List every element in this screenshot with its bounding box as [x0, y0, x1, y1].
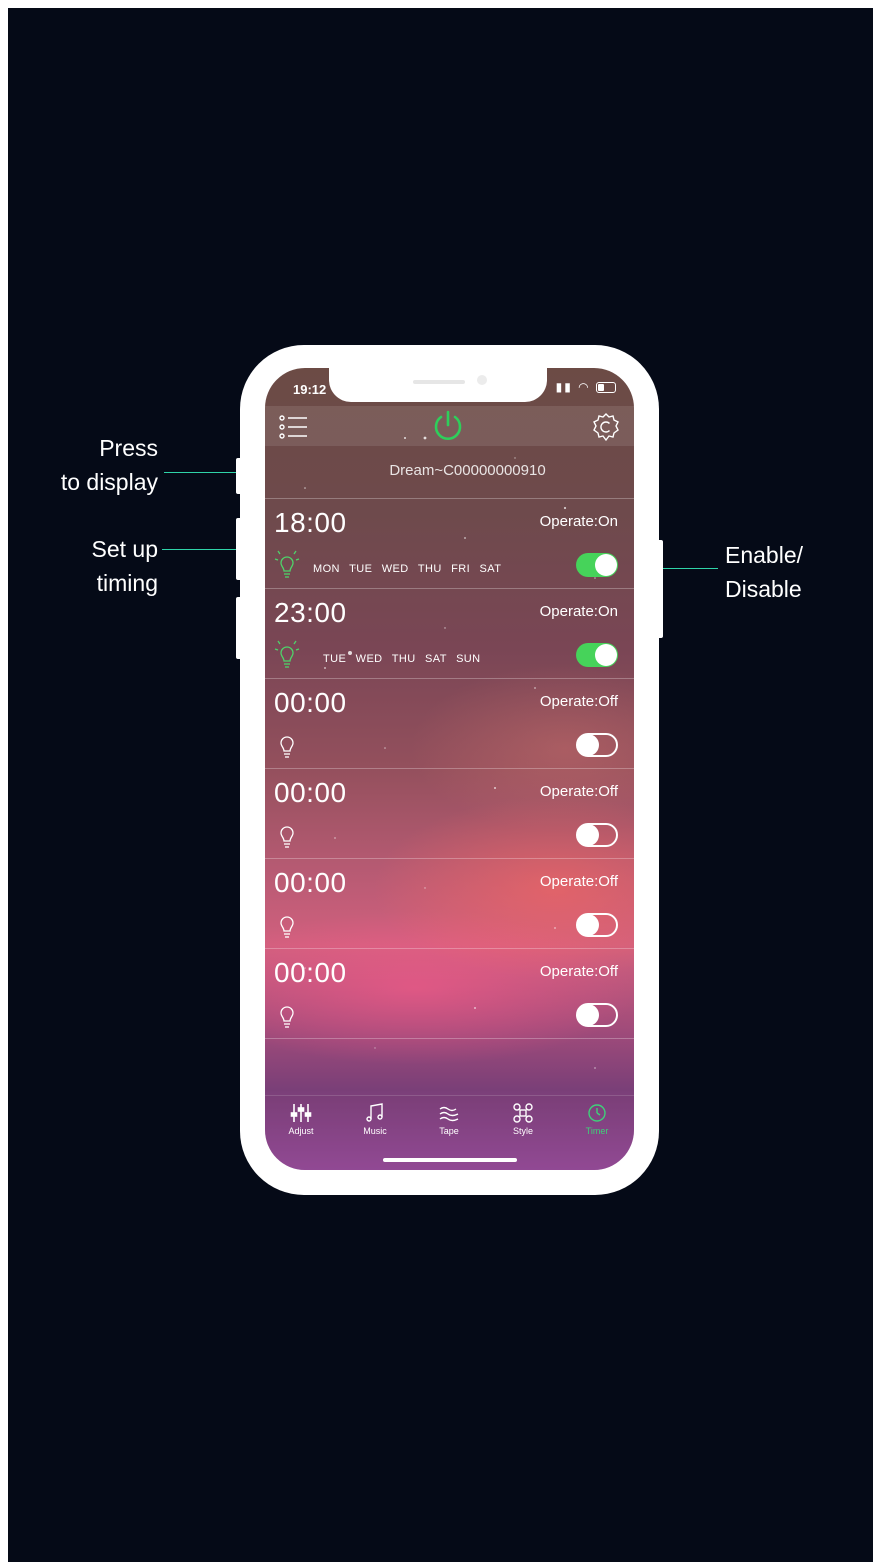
timer-operate: Operate:On: [539, 603, 618, 620]
timer-row[interactable]: 00:00 Operate:Off: [265, 858, 634, 948]
timer-time[interactable]: 23:00: [274, 597, 347, 629]
tab-adjust[interactable]: Adjust: [271, 1102, 331, 1136]
clock-icon: [588, 1104, 606, 1122]
timer-row[interactable]: 00:00 Operate:Off: [265, 768, 634, 858]
toggle-knob: [577, 734, 599, 756]
timer-enable-toggle[interactable]: [576, 553, 618, 577]
timer-row[interactable]: 18:00 Operate:On MON TUE WED THU FRI SAT: [265, 498, 634, 588]
battery-icon: [596, 382, 616, 394]
status-icons: ▮▮ ◠: [556, 380, 616, 394]
status-time: 19:12: [293, 382, 327, 397]
sliders-icon: [290, 1104, 312, 1122]
toggle-knob: [577, 824, 599, 846]
bulb-off-icon: [280, 736, 294, 758]
bulb-on-icon: [274, 640, 300, 668]
top-toolbar: [265, 406, 634, 446]
callout-press-line2: to display: [60, 469, 158, 495]
tab-music[interactable]: Music: [345, 1102, 405, 1136]
toggle-knob: [595, 554, 617, 576]
menu-list-icon[interactable]: [279, 414, 309, 440]
timer-operate: Operate:Off: [539, 693, 618, 710]
callout-setup-line2: timing: [96, 570, 158, 596]
gear-icon[interactable]: [591, 412, 621, 442]
bulb-on-icon: [274, 550, 300, 578]
wifi-icon: ◠: [578, 380, 591, 394]
timer-days: MON TUE WED THU FRI SAT: [313, 563, 502, 575]
tab-timer[interactable]: Timer: [567, 1102, 627, 1136]
tab-tape[interactable]: Tape: [419, 1102, 479, 1136]
speaker-grille: [413, 380, 465, 384]
tab-style[interactable]: Style: [493, 1102, 553, 1136]
tab-label: Timer: [585, 1126, 609, 1136]
callout-press-to-display: Press to display: [30, 431, 158, 499]
timer-operate: Operate:Off: [539, 783, 618, 800]
timer-time[interactable]: 18:00: [274, 507, 347, 539]
callout-setup-line1: Set up: [91, 536, 159, 562]
timer-row[interactable]: 00:00 Operate:Off: [265, 678, 634, 768]
waves-icon: [439, 1106, 459, 1122]
tab-label: Tape: [439, 1126, 459, 1136]
front-camera: [477, 375, 487, 385]
timer-operate: Operate:On: [539, 513, 618, 530]
bulb-off-icon: [280, 1006, 294, 1028]
timer-enable-toggle[interactable]: [576, 823, 618, 847]
bulb-off-icon: [280, 916, 294, 938]
callout-enable-line1: Enable/: [725, 542, 804, 568]
toggle-knob: [595, 644, 617, 666]
timer-days: TUE WED THU SAT SUN: [323, 653, 481, 665]
callout-setup-timing: Set up timing: [30, 532, 159, 600]
device-name[interactable]: Dream~C00000000910: [265, 462, 634, 479]
timer-enable-toggle[interactable]: [576, 643, 618, 667]
timer-list: 18:00 Operate:On MON TUE WED THU FRI SAT…: [265, 498, 634, 1039]
timer-operate: Operate:Off: [539, 963, 618, 980]
toggle-knob: [577, 1004, 599, 1026]
timer-enable-toggle[interactable]: [576, 913, 618, 937]
timer-time[interactable]: 00:00: [274, 867, 347, 899]
tab-label: Music: [363, 1126, 387, 1136]
timer-time[interactable]: 00:00: [274, 687, 347, 719]
tab-label: Adjust: [288, 1126, 314, 1136]
callout-press-line1: Press: [99, 435, 158, 461]
timer-enable-toggle[interactable]: [576, 1003, 618, 1027]
timer-row[interactable]: 23:00 Operate:On TUE WED THU SAT SUN: [265, 588, 634, 678]
bulb-off-icon: [280, 826, 294, 848]
phone-notch: [329, 368, 547, 402]
timer-enable-toggle[interactable]: [576, 733, 618, 757]
signal-icon: ▮▮: [555, 380, 573, 394]
tab-label: Style: [512, 1126, 533, 1136]
command-icon: [513, 1103, 533, 1123]
power-icon[interactable]: [431, 409, 465, 443]
toggle-knob: [577, 914, 599, 936]
timer-row[interactable]: 00:00 Operate:Off: [265, 948, 634, 1038]
music-note-icon: [366, 1103, 383, 1122]
timer-time[interactable]: 00:00: [274, 957, 347, 989]
timer-time[interactable]: 00:00: [274, 777, 347, 809]
callout-enable-line2: Disable: [725, 576, 802, 602]
phone-screen: 19:12 ▮▮ ◠ Dream~C00000000910 18:00 Oper…: [265, 368, 634, 1170]
timer-operate: Operate:Off: [539, 873, 618, 890]
list-divider: [265, 1038, 634, 1039]
callout-enable-disable: Enable/ Disable: [725, 538, 855, 606]
home-indicator[interactable]: [383, 1158, 517, 1162]
